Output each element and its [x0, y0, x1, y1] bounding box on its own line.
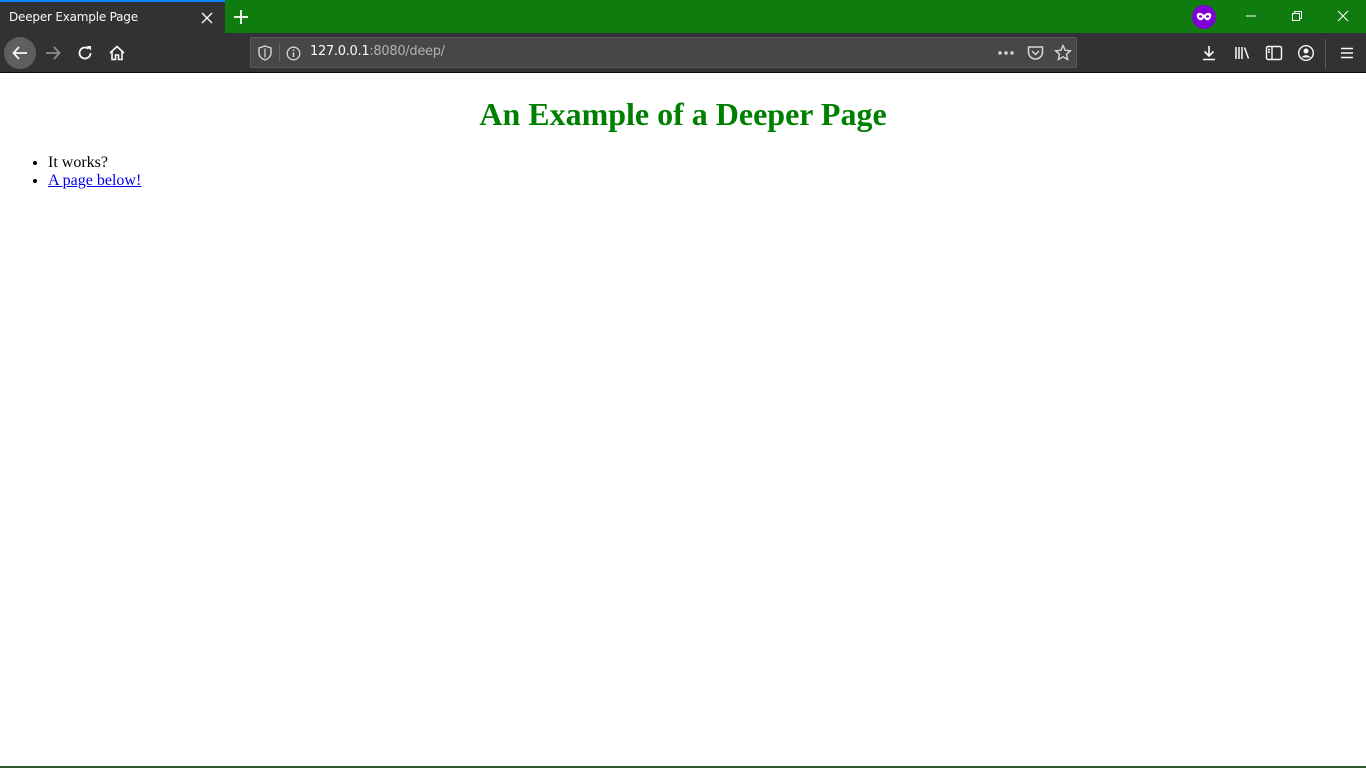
page-actions-more-icon[interactable]: [995, 43, 1017, 63]
page-heading: An Example of a Deeper Page: [479, 96, 887, 132]
reload-icon[interactable]: [69, 37, 101, 69]
url-bar-divider: [279, 44, 280, 62]
minimize-icon[interactable]: [1228, 0, 1274, 32]
hamburger-menu-icon[interactable]: [1331, 37, 1363, 69]
page-below-link[interactable]: A page below!: [48, 172, 141, 189]
tab-title: Deeper Example Page: [9, 10, 138, 24]
window-close-icon[interactable]: [1320, 0, 1366, 32]
tracking-protection-shield-icon[interactable]: [257, 45, 273, 61]
toolbar-divider: [1325, 39, 1326, 69]
nav-toolbar: 127.0.0.1:8080/deep/: [0, 33, 1366, 73]
close-tab-icon[interactable]: [197, 8, 217, 28]
url-bar[interactable]: 127.0.0.1:8080/deep/: [250, 37, 1077, 68]
page-content: An Example of a Deeper Page It works? A …: [0, 74, 1366, 766]
downloads-icon[interactable]: [1193, 37, 1225, 69]
library-icon[interactable]: [1226, 37, 1258, 69]
bookmark-star-icon[interactable]: [1052, 43, 1074, 63]
url-path: :8080/deep/: [369, 44, 445, 59]
forward-arrow-icon[interactable]: [37, 37, 69, 69]
private-browsing-mask-icon: [1192, 5, 1216, 29]
url-host: 127.0.0.1: [310, 44, 370, 59]
new-tab-plus-icon[interactable]: [229, 5, 253, 29]
page-list: It works? A page below!: [48, 154, 141, 190]
url-text[interactable]: 127.0.0.1:8080/deep/: [310, 44, 445, 59]
list-item: A page below!: [48, 172, 141, 190]
list-item: It works?: [48, 154, 141, 172]
home-icon[interactable]: [101, 37, 133, 69]
restore-icon[interactable]: [1274, 0, 1320, 32]
pocket-icon[interactable]: [1024, 43, 1046, 63]
list-item-text: It works?: [48, 154, 108, 171]
tab-active[interactable]: Deeper Example Page: [0, 0, 225, 33]
sidebar-icon[interactable]: [1258, 37, 1290, 69]
account-icon[interactable]: [1290, 37, 1322, 69]
tab-strip: Deeper Example Page: [0, 0, 1366, 33]
back-arrow-icon[interactable]: [4, 37, 36, 69]
site-info-icon[interactable]: [285, 45, 301, 61]
